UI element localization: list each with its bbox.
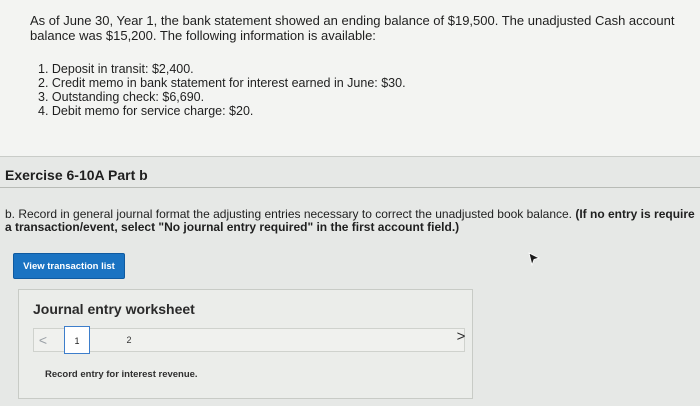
next-page-arrow-icon[interactable]: > [454,328,468,346]
problem-intro: As of June 30, Year 1, the bank statemen… [30,13,675,43]
record-entry-instruction: Record entry for interest revenue. [45,369,198,380]
exercise-title: Exercise 6-10A Part b [5,167,148,183]
section-divider [0,187,700,188]
info-item: 2. Credit memo in bank statement for int… [38,76,406,90]
mouse-cursor-icon [528,252,540,266]
instruction-bold-2: a transaction/event, select "No journal … [5,220,460,234]
info-item: 1. Deposit in transit: $2,400. [38,62,194,76]
worksheet-pagination: < 1 2 [33,326,465,354]
info-item: 4. Debit memo for service charge: $20. [38,104,254,118]
page-tab-2[interactable]: 2 [116,329,142,351]
worksheet-title: Journal entry worksheet [33,301,195,317]
view-transaction-list-button[interactable]: View transaction list [13,253,125,279]
problem-statement-panel: As of June 30, Year 1, the bank statemen… [0,0,700,157]
instruction-bold-1: (If no entry is required fo [575,208,695,221]
journal-entry-worksheet: Journal entry worksheet < 1 2 Record ent… [18,289,473,399]
prev-page-arrow-icon[interactable]: < [36,331,50,349]
instruction-text: b. Record in general journal format the … [5,208,695,234]
page-tab-1[interactable]: 1 [64,326,90,354]
info-list: 1. Deposit in transit: $2,400. 2. Credit… [38,62,406,118]
info-item: 3. Outstanding check: $6,690. [38,90,205,104]
